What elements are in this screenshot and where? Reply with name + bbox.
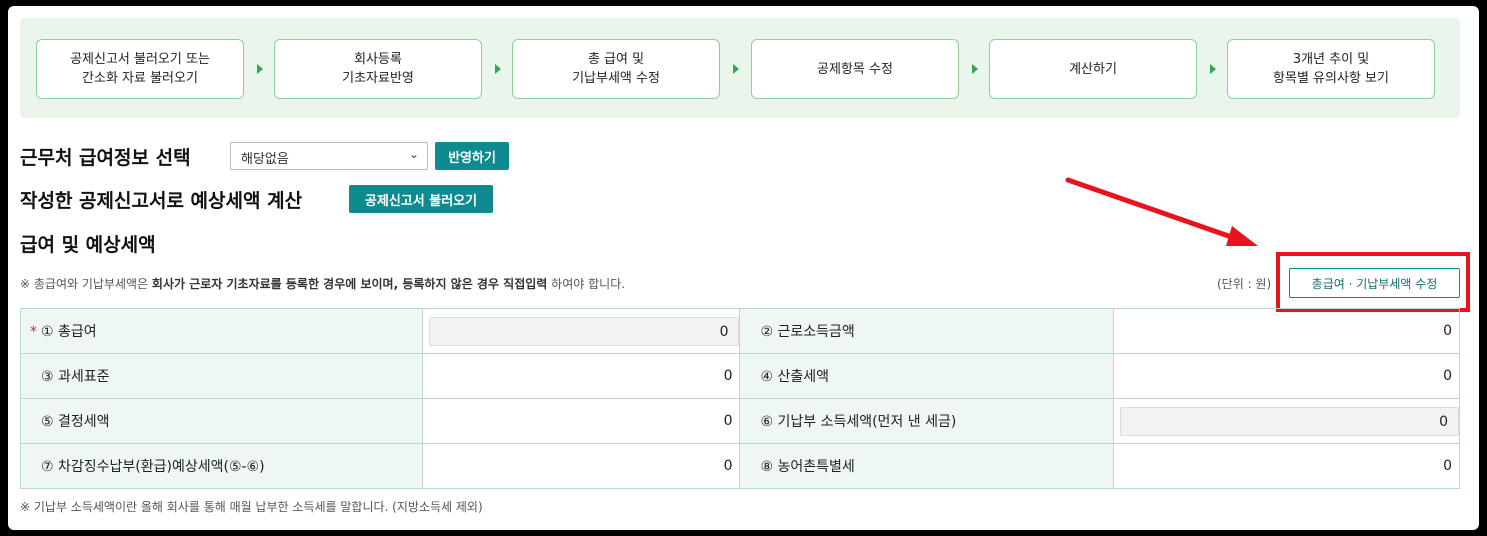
red-arrow-icon (1065, 177, 1258, 246)
